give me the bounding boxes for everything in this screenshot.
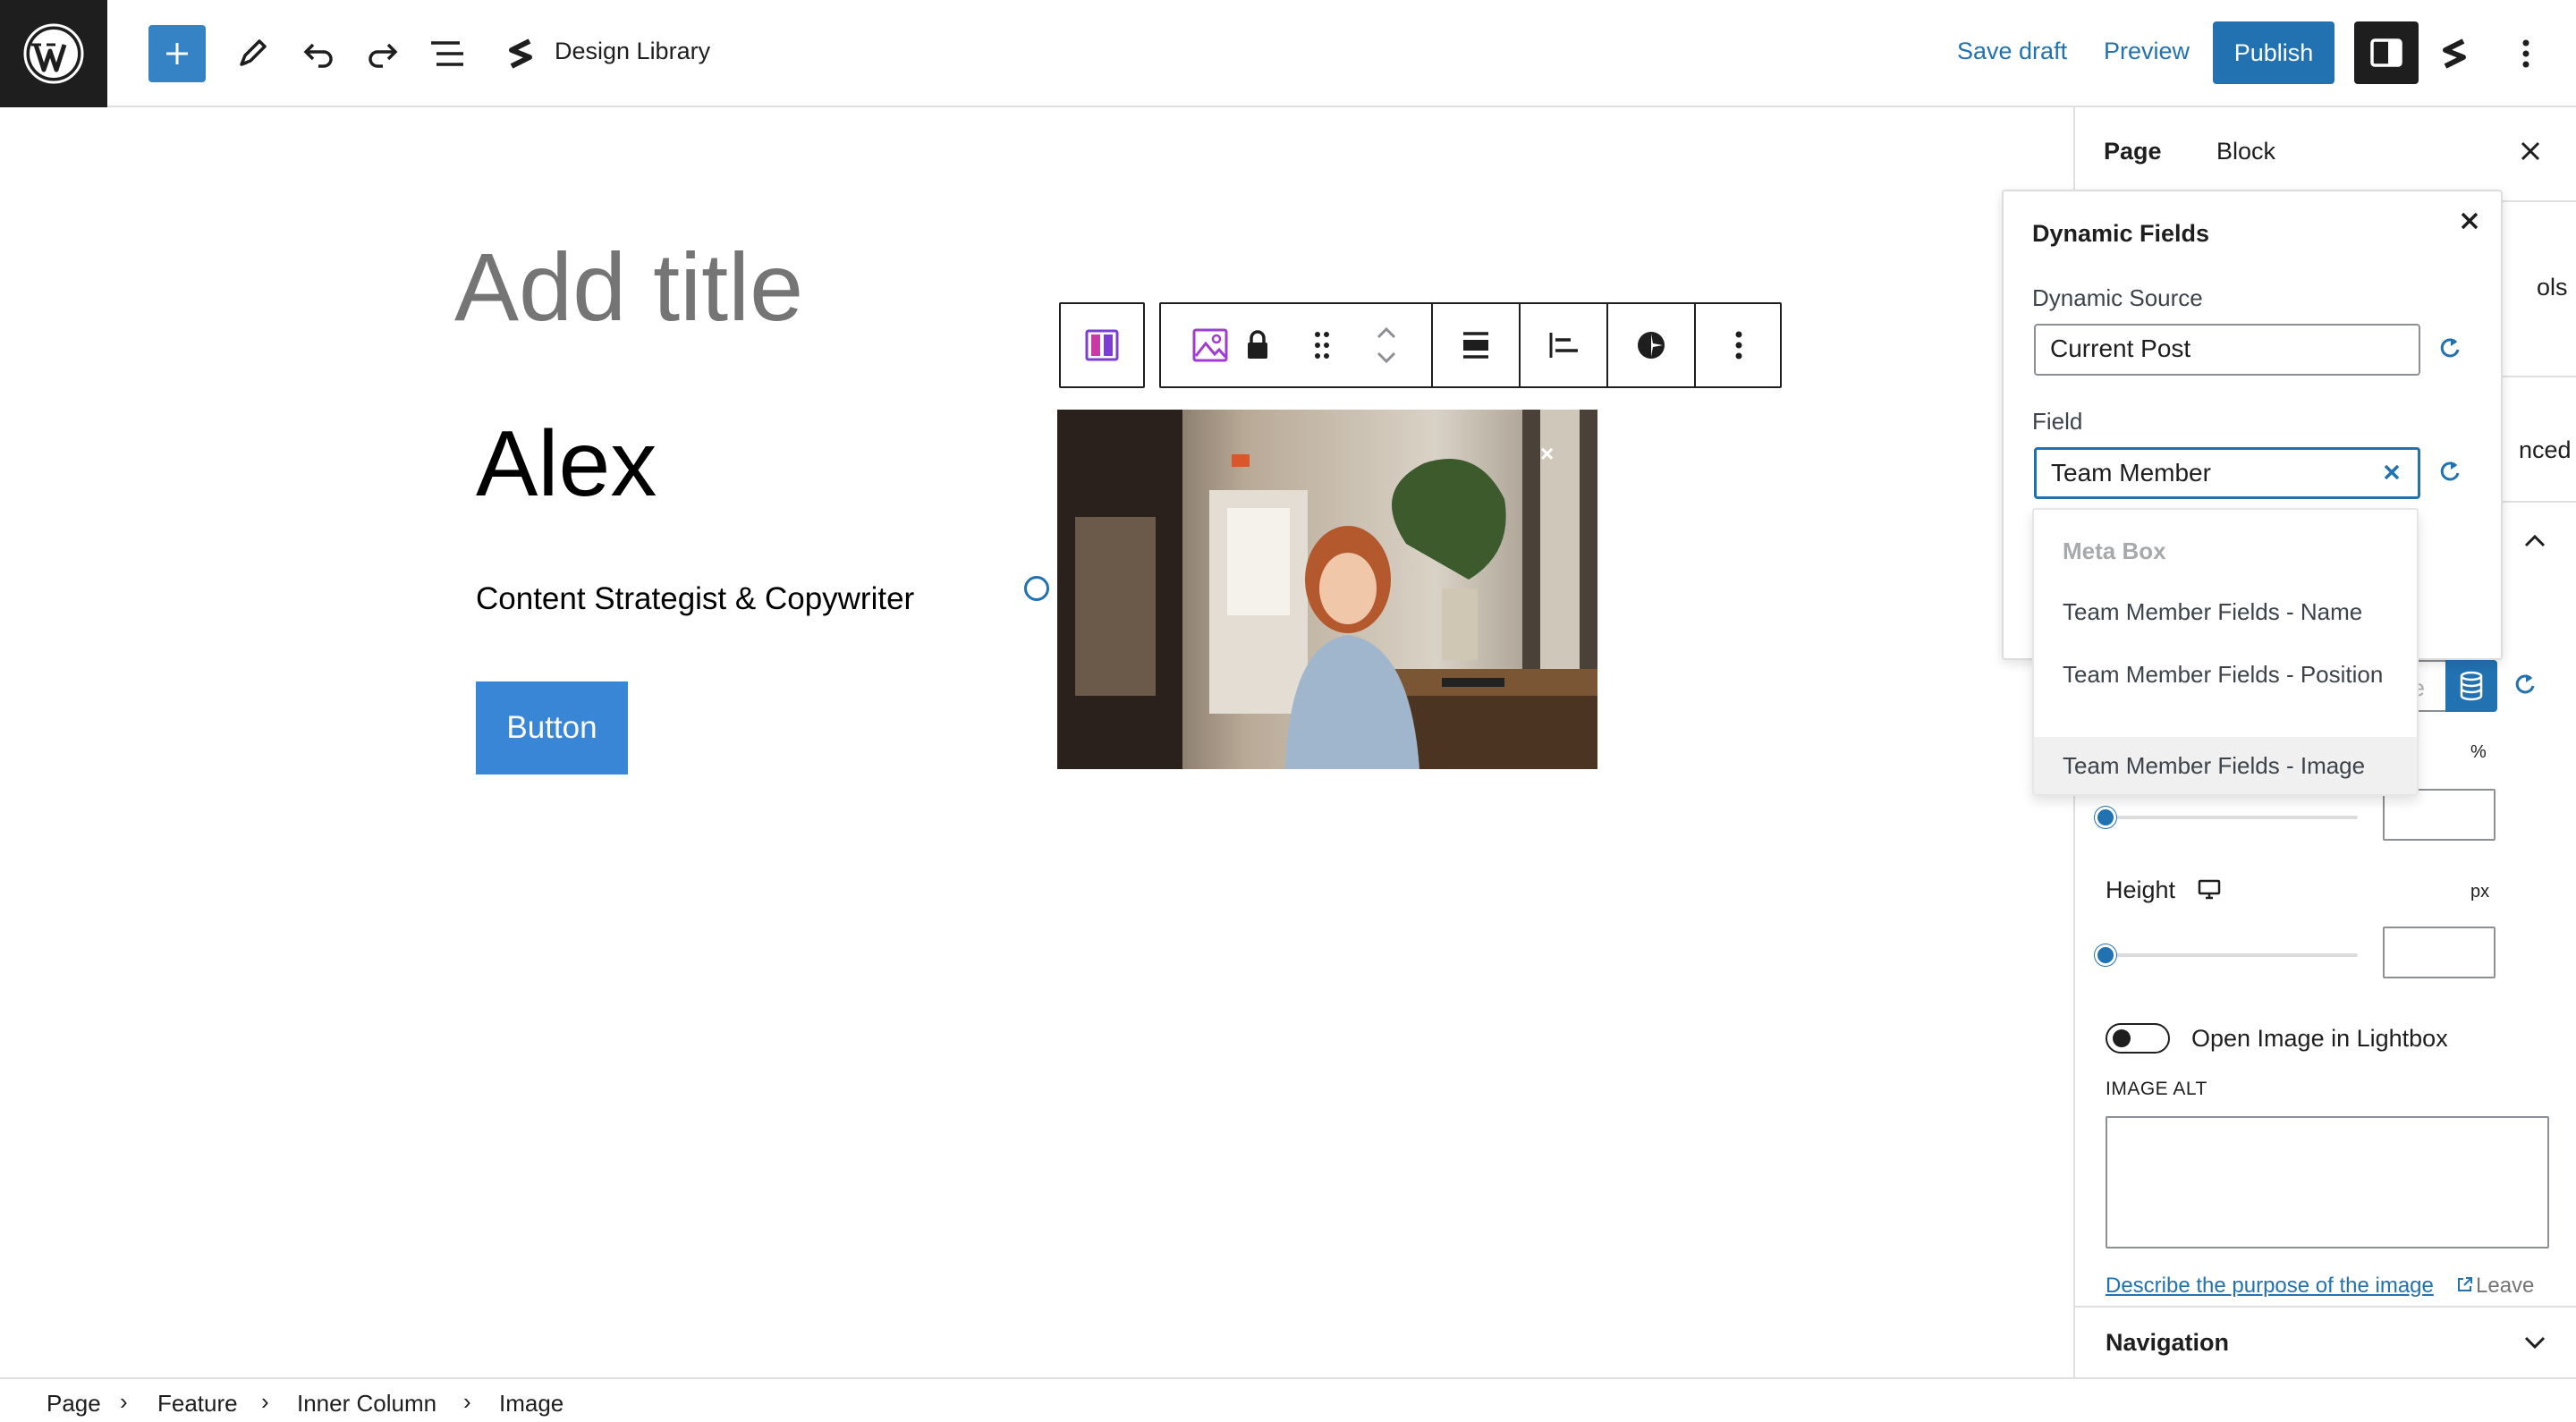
breadcrumb-feature[interactable]: Feature [157,1390,238,1418]
block-parent-toolbar [1059,302,1145,388]
image-alt-label: IMAGE ALT [2106,1079,2207,1099]
popover-title: Dynamic Fields [2032,220,2210,247]
reset-image-icon[interactable] [2512,671,2538,698]
breadcrumb-image[interactable]: Image [499,1390,564,1418]
stackable-settings-icon[interactable] [2426,25,2483,82]
field-search-input[interactable]: Team Member [2034,447,2420,499]
document-title[interactable]: Design Library [555,38,710,65]
height-number-input[interactable] [2383,927,2496,978]
column-resize-handle[interactable] [1024,576,1049,601]
align-icon[interactable] [1433,304,1519,386]
field-label: Field [2032,408,2083,435]
breadcrumb-inner-column[interactable]: Inner Column [297,1390,436,1418]
post-title-placeholder[interactable]: Add title [454,231,803,343]
block-breadcrumb: Page › Feature › Inner Column › Image [0,1377,2576,1422]
leave-empty-hint: Leave [2476,1274,2535,1298]
tools-tab-partial[interactable]: ols [2537,274,2568,301]
block-options-kebab-icon[interactable] [1696,304,1782,386]
save-draft-button[interactable]: Save draft [1957,38,2067,65]
image-alt-textarea[interactable] [2106,1116,2549,1248]
advanced-tab-partial[interactable]: nced [2519,436,2572,464]
dropdown-option-position[interactable]: Team Member Fields - Position [2063,658,2402,690]
height-slider-track[interactable] [2104,953,2358,957]
document-overview-icon[interactable] [419,25,476,82]
close-popover-icon[interactable] [2458,209,2481,233]
height-slider-thumb[interactable] [2095,944,2116,966]
editor-top-bar: Design Library Save draft Preview Publis… [0,0,2576,107]
wordpress-logo-icon[interactable] [0,0,107,107]
desktop-device-icon[interactable] [2197,878,2222,901]
navigation-panel-title[interactable]: Navigation [2106,1329,2229,1357]
external-link-icon [2456,1275,2474,1293]
redo-icon[interactable] [354,25,411,82]
reset-source-icon[interactable] [2436,334,2463,361]
team-member-image[interactable]: × [1057,410,1597,769]
breadcrumb-chevron-icon: › [463,1388,471,1415]
width-unit-label[interactable]: % [2470,742,2487,763]
dynamic-source-select[interactable]: Current Post [2034,324,2420,376]
collapse-panel-icon[interactable] [2522,531,2547,549]
lock-icon[interactable] [1231,304,1284,386]
reset-field-icon[interactable] [2436,458,2463,485]
drag-handle-icon[interactable] [1295,304,1349,386]
dropdown-option-name[interactable]: Team Member Fields - Name [2063,596,2362,628]
tab-block[interactable]: Block [2216,138,2275,165]
options-kebab-icon[interactable] [2497,25,2555,82]
lightbox-toggle[interactable] [2106,1023,2170,1054]
height-unit-label[interactable]: px [2470,882,2489,902]
select-parent-block-icon[interactable] [1061,304,1143,386]
dynamic-fields-database-icon[interactable] [2445,660,2497,712]
height-label: Height [2106,876,2176,903]
describe-image-link[interactable]: Describe the purpose of the image [2106,1274,2434,1299]
edit-tools-pencil-icon[interactable] [224,25,281,82]
settings-panel-toggle-icon[interactable] [2354,21,2419,84]
close-sidebar-icon[interactable] [2517,138,2544,165]
lightbox-label: Open Image in Lightbox [2191,1025,2448,1052]
breadcrumb-chevron-icon: › [261,1388,269,1415]
field-options-dropdown: Meta Box Team Member Fields - Name Team … [2032,508,2419,796]
content-button[interactable]: Button [476,681,628,774]
dropdown-group-label: Meta Box [2063,537,2166,564]
move-up-down-icon[interactable] [1360,304,1413,386]
undo-icon[interactable] [290,25,347,82]
block-toolbar [1159,302,1782,388]
text-align-left-icon[interactable] [1521,304,1606,386]
image-close-icon: × [1540,440,1555,467]
add-block-button[interactable] [148,25,206,82]
width-slider-track[interactable] [2104,816,2358,819]
tab-page[interactable]: Page [2104,138,2162,165]
team-member-role-text[interactable]: Content Strategist & Copywriter [476,581,914,617]
dropdown-option-image[interactable]: Team Member Fields - Image [2063,749,2365,782]
preview-button[interactable]: Preview [2104,38,2190,65]
breadcrumb-chevron-icon: › [120,1388,128,1415]
dynamic-source-label: Dynamic Source [2032,284,2203,311]
stackable-logo-icon[interactable] [492,25,549,82]
expand-navigation-icon[interactable] [2522,1334,2547,1352]
publish-button[interactable]: Publish [2213,21,2334,84]
clear-field-icon[interactable] [2381,461,2402,483]
width-slider-thumb[interactable] [2095,807,2116,828]
dynamic-content-icon[interactable] [1608,304,1694,386]
breadcrumb-page[interactable]: Page [47,1390,101,1418]
team-member-name-heading[interactable]: Alex [476,411,657,518]
width-number-input[interactable] [2383,789,2496,841]
